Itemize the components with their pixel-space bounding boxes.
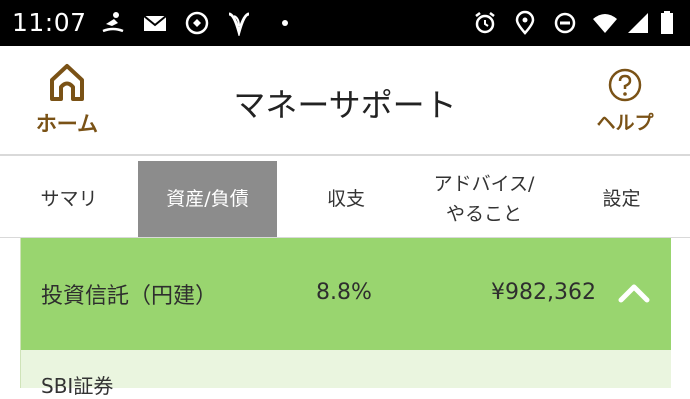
location-icon <box>512 10 538 36</box>
tab-assets-liabilities[interactable]: 資産/負債 <box>138 161 277 237</box>
asset-amount: ¥982,362 <box>491 280 596 305</box>
tab-advice-todo[interactable]: アドバイス/ やること <box>415 161 553 237</box>
mail-icon <box>142 10 168 36</box>
help-icon <box>608 68 642 102</box>
tab-income-expense-label: 収支 <box>326 188 365 210</box>
status-bar: 11:07 <box>0 0 690 46</box>
help-label: ヘルプ <box>596 112 654 134</box>
chevron-up-icon[interactable] <box>617 282 651 304</box>
tab-settings-label: 設定 <box>602 188 641 210</box>
dnd-icon <box>552 10 578 36</box>
tab-settings[interactable]: 設定 <box>553 161 690 237</box>
asset-name: 投資信託（円建） <box>41 284 218 309</box>
broker-row[interactable]: SBI証券 <box>21 350 671 398</box>
wifi-icon <box>592 10 618 36</box>
tab-summary[interactable]: サマリ <box>0 161 138 237</box>
alarm-icon <box>472 10 498 36</box>
tab-bar: サマリ 資産/負債 収支 アドバイス/ やること 設定 <box>0 158 690 238</box>
broker-name: SBI証券 <box>41 374 114 398</box>
tab-assets-liabilities-label: 資産/負債 <box>166 188 249 210</box>
signal-icon <box>626 10 652 36</box>
asset-list: 投資信託（円建） 8.8% ¥982,362 SBI証券 <box>20 238 671 398</box>
app-header: ホーム マネーサポート ヘルプ <box>0 46 690 156</box>
sync-app-icon <box>184 10 210 36</box>
v-logo-icon <box>226 10 252 36</box>
tab-summary-label: サマリ <box>40 188 98 210</box>
investment-trust-row[interactable]: 投資信託（円建） 8.8% ¥982,362 <box>21 238 671 350</box>
surf-icon <box>100 10 126 36</box>
tab-income-expense[interactable]: 収支 <box>277 161 415 237</box>
help-button[interactable]: ヘルプ <box>582 68 668 144</box>
asset-percent: 8.8% <box>316 280 372 305</box>
status-time: 11:07 <box>12 8 87 37</box>
battery-icon <box>658 10 676 36</box>
dot-icon <box>272 10 298 36</box>
tab-advice-todo-label: アドバイス/ やること <box>433 173 535 225</box>
